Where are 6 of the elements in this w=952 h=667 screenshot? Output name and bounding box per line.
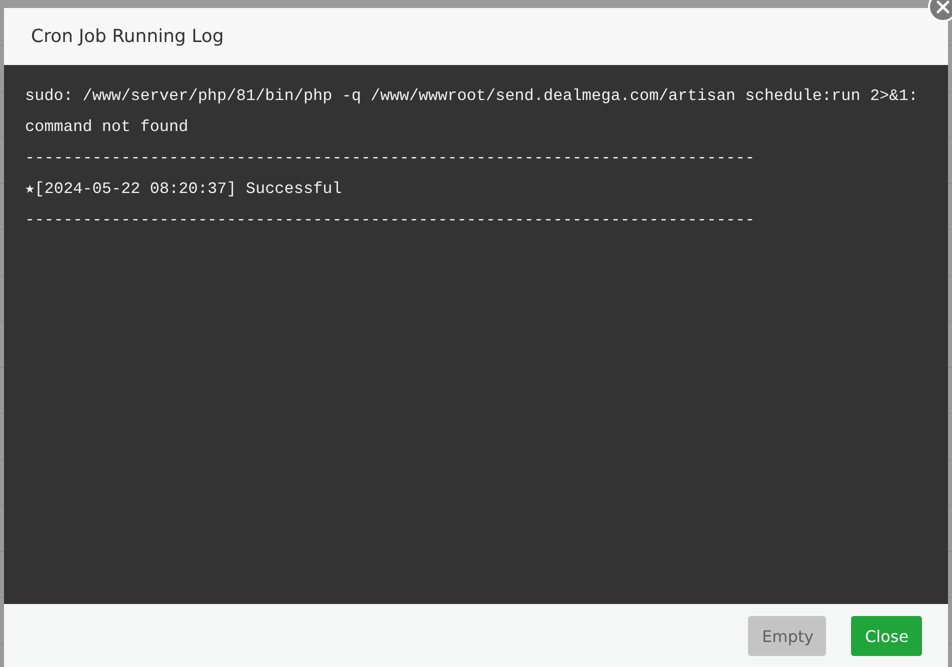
dialog-title: Cron Job Running Log [31,26,224,47]
log-line: ---------------------------------------------------------------------------- [25,148,756,169]
log-line: sudo: /www/server/php/81/bin/php -q /www/wwwroot/send.dealmega.com/artisan schedule:run 2>&1: command not found [25,86,919,138]
log-line: ★[2024-05-22 08:20:37] Successful [25,179,343,200]
close-button[interactable]: Close [851,616,922,656]
log-line: ---------------------------------------------------------------------------- [25,210,756,231]
